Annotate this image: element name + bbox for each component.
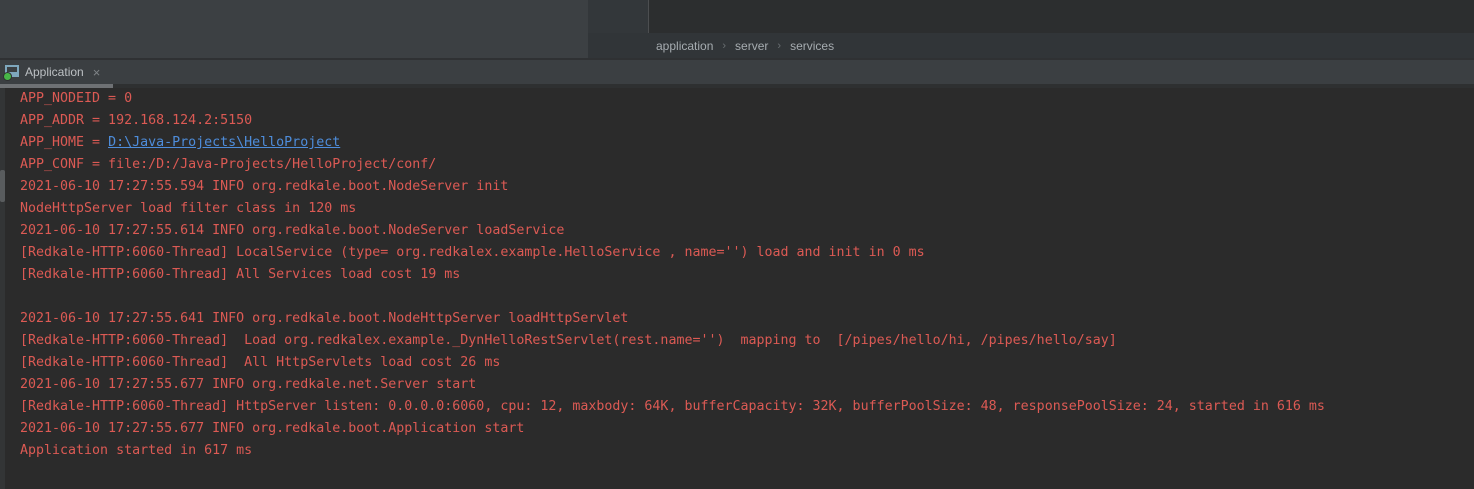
console-path-link[interactable]: D:\Java-Projects\HelloProject [108, 135, 340, 150]
breadcrumb-item-server[interactable]: server [735, 39, 768, 53]
editor-pane-left [0, 0, 588, 60]
console-line: 2021-06-10 17:27:55.677 INFO org.redkale… [20, 418, 1474, 440]
tab-label: Application [25, 65, 84, 79]
run-tab-bar: Application × [0, 60, 1474, 84]
console-line: Application started in 617 ms [20, 440, 1474, 462]
breadcrumb-separator-icon: › [722, 40, 726, 52]
close-icon[interactable]: × [93, 66, 101, 79]
console-line: 2021-06-10 17:27:55.677 INFO org.redkale… [20, 374, 1474, 396]
console-line: APP_ADDR = 192.168.124.2:5150 [20, 110, 1474, 132]
breadcrumb-item-application[interactable]: application [656, 39, 713, 53]
run-console-icon [4, 65, 19, 79]
editor-pane-right [648, 0, 1474, 33]
breadcrumb-item-services[interactable]: services [790, 39, 834, 53]
console-line: 2021-06-10 17:27:55.641 INFO org.redkale… [20, 308, 1474, 330]
console-line: [Redkale-HTTP:6060-Thread] HttpServer li… [20, 396, 1474, 418]
console-line: [Redkale-HTTP:6060-Thread] All HttpServl… [20, 352, 1474, 374]
console-text: APP_HOME = [20, 135, 108, 150]
tab-application[interactable]: Application × [0, 60, 106, 84]
console-line: [Redkale-HTTP:6060-Thread] All Services … [20, 264, 1474, 286]
console-output[interactable]: APP_NODEID = 0APP_ADDR = 192.168.124.2:5… [0, 88, 1474, 489]
console-line [20, 286, 1474, 308]
console-line: APP_CONF = file:/D:/Java-Projects/HelloP… [20, 154, 1474, 176]
console-line: 2021-06-10 17:27:55.594 INFO org.redkale… [20, 176, 1474, 198]
editor-gutter [588, 0, 648, 33]
ide-window: application › server › services Application … [0, 0, 1474, 489]
scrollbar-thumb[interactable] [0, 170, 5, 202]
breadcrumb-separator-icon: › [777, 40, 781, 52]
console-line: APP_HOME = D:\Java-Projects\HelloProject [20, 132, 1474, 154]
running-indicator-icon [3, 72, 12, 81]
left-scrollbar[interactable] [0, 88, 5, 489]
console-line: [Redkale-HTTP:6060-Thread] Load org.redk… [20, 330, 1474, 352]
console-line: APP_NODEID = 0 [20, 88, 1474, 110]
console-line: [Redkale-HTTP:6060-Thread] LocalService … [20, 242, 1474, 264]
console-line: 2021-06-10 17:27:55.614 INFO org.redkale… [20, 220, 1474, 242]
breadcrumb: application › server › services [588, 33, 1474, 60]
console-line: NodeHttpServer load filter class in 120 … [20, 198, 1474, 220]
